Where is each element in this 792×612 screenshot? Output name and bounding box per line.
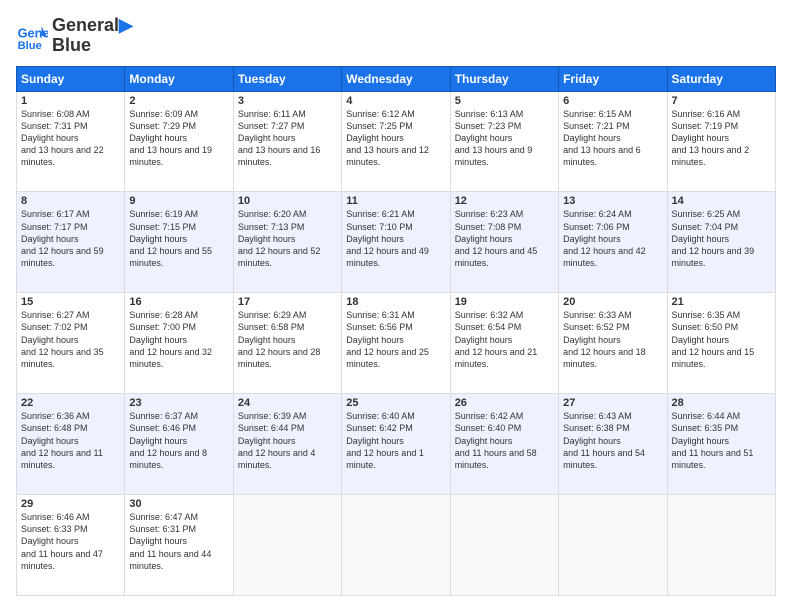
table-cell: 24Sunrise: 6:39 AMSunset: 6:44 PMDayligh… [233,394,341,495]
header-sunday: Sunday [17,66,125,91]
weekday-header-row: Sunday Monday Tuesday Wednesday Thursday… [17,66,776,91]
logo-icon: General Blue [16,20,48,52]
table-cell: 2Sunrise: 6:09 AMSunset: 7:29 PMDaylight… [125,91,233,192]
table-cell: 29Sunrise: 6:46 AMSunset: 6:33 PMDayligh… [17,495,125,596]
header-thursday: Thursday [450,66,558,91]
table-cell [667,495,775,596]
calendar-table: Sunday Monday Tuesday Wednesday Thursday… [16,66,776,596]
svg-text:Blue: Blue [18,40,42,52]
table-cell: 22Sunrise: 6:36 AMSunset: 6:48 PMDayligh… [17,394,125,495]
logo: General Blue General▶ Blue [16,16,133,56]
table-cell: 3Sunrise: 6:11 AMSunset: 7:27 PMDaylight… [233,91,341,192]
week-row-1: 1Sunrise: 6:08 AMSunset: 7:31 PMDaylight… [17,91,776,192]
table-cell: 26Sunrise: 6:42 AMSunset: 6:40 PMDayligh… [450,394,558,495]
table-cell: 27Sunrise: 6:43 AMSunset: 6:38 PMDayligh… [559,394,667,495]
logo-line2: Blue [52,36,133,56]
week-row-3: 15Sunrise: 6:27 AMSunset: 7:02 PMDayligh… [17,293,776,394]
table-cell: 11Sunrise: 6:21 AMSunset: 7:10 PMDayligh… [342,192,450,293]
table-cell [450,495,558,596]
table-cell: 6Sunrise: 6:15 AMSunset: 7:21 PMDaylight… [559,91,667,192]
table-cell: 17Sunrise: 6:29 AMSunset: 6:58 PMDayligh… [233,293,341,394]
table-cell: 9Sunrise: 6:19 AMSunset: 7:15 PMDaylight… [125,192,233,293]
table-cell: 25Sunrise: 6:40 AMSunset: 6:42 PMDayligh… [342,394,450,495]
header-wednesday: Wednesday [342,66,450,91]
header: General Blue General▶ Blue [16,16,776,56]
table-cell: 21Sunrise: 6:35 AMSunset: 6:50 PMDayligh… [667,293,775,394]
table-cell: 28Sunrise: 6:44 AMSunset: 6:35 PMDayligh… [667,394,775,495]
table-cell: 19Sunrise: 6:32 AMSunset: 6:54 PMDayligh… [450,293,558,394]
table-cell: 1Sunrise: 6:08 AMSunset: 7:31 PMDaylight… [17,91,125,192]
table-cell: 30Sunrise: 6:47 AMSunset: 6:31 PMDayligh… [125,495,233,596]
table-cell: 4Sunrise: 6:12 AMSunset: 7:25 PMDaylight… [342,91,450,192]
table-cell: 15Sunrise: 6:27 AMSunset: 7:02 PMDayligh… [17,293,125,394]
table-cell: 5Sunrise: 6:13 AMSunset: 7:23 PMDaylight… [450,91,558,192]
table-cell: 12Sunrise: 6:23 AMSunset: 7:08 PMDayligh… [450,192,558,293]
table-cell: 14Sunrise: 6:25 AMSunset: 7:04 PMDayligh… [667,192,775,293]
table-cell: 16Sunrise: 6:28 AMSunset: 7:00 PMDayligh… [125,293,233,394]
table-cell [559,495,667,596]
table-cell: 20Sunrise: 6:33 AMSunset: 6:52 PMDayligh… [559,293,667,394]
table-cell: 10Sunrise: 6:20 AMSunset: 7:13 PMDayligh… [233,192,341,293]
page: General Blue General▶ Blue Sunday Monday… [0,0,792,612]
table-cell: 23Sunrise: 6:37 AMSunset: 6:46 PMDayligh… [125,394,233,495]
header-friday: Friday [559,66,667,91]
header-saturday: Saturday [667,66,775,91]
table-cell [233,495,341,596]
header-tuesday: Tuesday [233,66,341,91]
table-cell [342,495,450,596]
header-monday: Monday [125,66,233,91]
week-row-4: 22Sunrise: 6:36 AMSunset: 6:48 PMDayligh… [17,394,776,495]
table-cell: 18Sunrise: 6:31 AMSunset: 6:56 PMDayligh… [342,293,450,394]
week-row-2: 8Sunrise: 6:17 AMSunset: 7:17 PMDaylight… [17,192,776,293]
table-cell: 8Sunrise: 6:17 AMSunset: 7:17 PMDaylight… [17,192,125,293]
table-cell: 13Sunrise: 6:24 AMSunset: 7:06 PMDayligh… [559,192,667,293]
week-row-5: 29Sunrise: 6:46 AMSunset: 6:33 PMDayligh… [17,495,776,596]
table-cell: 7Sunrise: 6:16 AMSunset: 7:19 PMDaylight… [667,91,775,192]
logo-line1: General▶ [52,16,133,36]
